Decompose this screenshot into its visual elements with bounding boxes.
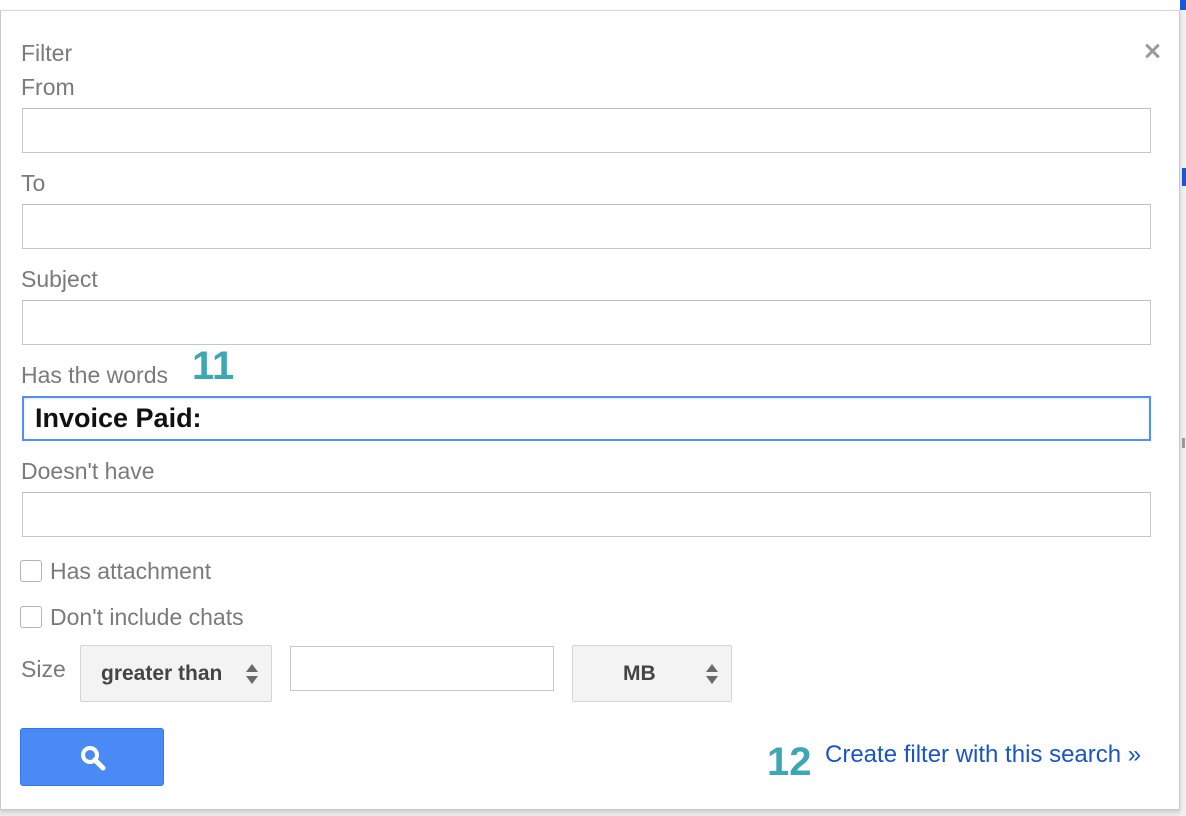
step-12-annotation: 12: [767, 740, 812, 784]
doesnt-have-field[interactable]: [22, 492, 1151, 537]
select-arrows-icon: [705, 663, 719, 685]
create-filter-link[interactable]: Create filter with this search »: [825, 741, 1141, 769]
size-amount-field[interactable]: [290, 646, 554, 691]
dont-include-chats-row: Don't include chats: [20, 604, 244, 630]
search-button[interactable]: [20, 728, 164, 786]
close-icon[interactable]: [1142, 41, 1162, 61]
to-label: To: [21, 170, 46, 196]
background-mark: [1182, 438, 1185, 448]
has-words-label: Has the words: [21, 362, 169, 388]
to-field[interactable]: [22, 204, 1151, 249]
search-icon: [81, 746, 106, 771]
doesnt-have-label: Doesn't have: [21, 458, 155, 484]
has-words-field[interactable]: [22, 396, 1151, 441]
dialog-title: Filter: [21, 40, 73, 66]
size-unit-select[interactable]: MB: [572, 645, 732, 702]
from-label: From: [21, 74, 75, 100]
background-bottom-edge: [0, 810, 1180, 816]
has-attachment-checkbox[interactable]: [20, 560, 42, 582]
from-field[interactable]: [22, 108, 1151, 153]
subject-field[interactable]: [22, 300, 1151, 345]
has-attachment-label: Has attachment: [50, 557, 212, 584]
has-attachment-row: Has attachment: [20, 558, 211, 584]
subject-label: Subject: [21, 266, 98, 292]
step-11-annotation: 11: [192, 344, 235, 388]
background-panel-edge: [1180, 0, 1186, 816]
size-unit-value: MB: [623, 661, 656, 685]
size-operator-value: greater than: [101, 661, 223, 685]
select-arrows-icon: [245, 663, 259, 685]
size-operator-select[interactable]: greater than: [80, 645, 272, 702]
size-label: Size: [21, 656, 66, 682]
background-accent-mid: [1182, 168, 1186, 186]
dont-include-chats-label: Don't include chats: [50, 603, 244, 630]
dont-include-chats-checkbox[interactable]: [20, 606, 42, 628]
background-accent-top: [1180, 0, 1186, 10]
